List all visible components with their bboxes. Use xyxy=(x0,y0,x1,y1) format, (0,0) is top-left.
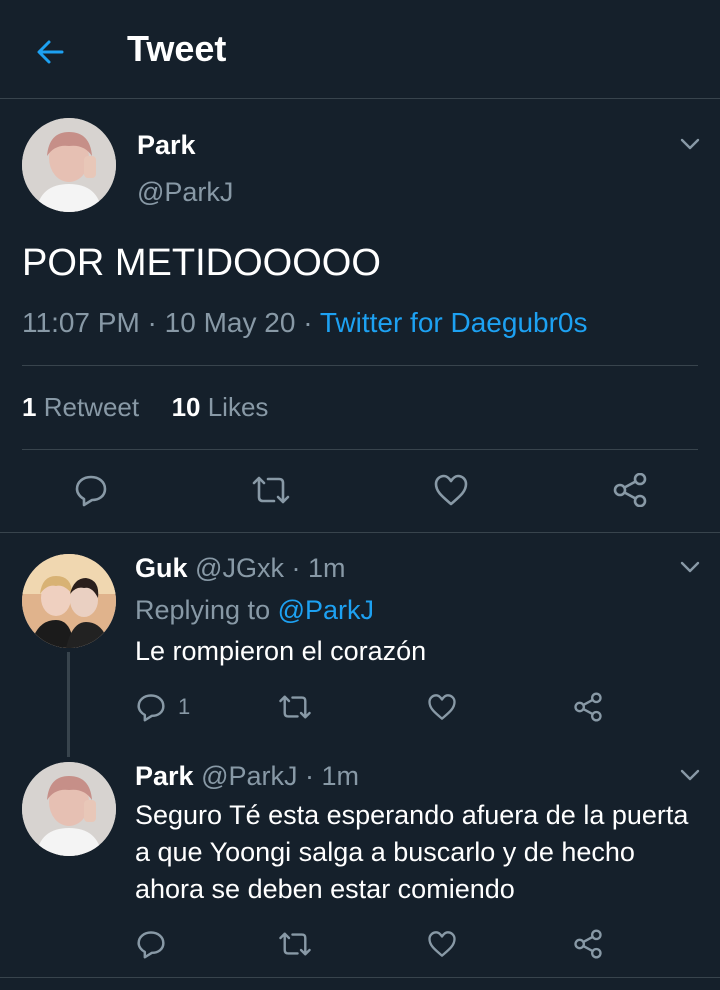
reply-author-name[interactable]: Guk xyxy=(135,553,188,583)
like-button[interactable] xyxy=(433,473,469,507)
meta-separator: · xyxy=(139,307,165,338)
replying-to-link[interactable]: @ParkJ xyxy=(278,595,374,625)
retweet-button[interactable] xyxy=(250,473,292,507)
retweet-button[interactable] xyxy=(277,692,313,722)
chevron-down-icon[interactable] xyxy=(678,132,702,156)
replying-to: Replying to @ParkJ xyxy=(135,595,374,626)
like-icon xyxy=(428,931,456,957)
reply-header: Guk @JGxk · 1m xyxy=(135,553,345,584)
tweet-stats: 1 Retweet 10 Likes xyxy=(22,392,268,423)
replying-to-label: Replying to xyxy=(135,595,271,625)
page-title: Tweet xyxy=(127,28,227,69)
share-button[interactable] xyxy=(573,929,603,959)
header-divider xyxy=(0,98,720,99)
avatar[interactable] xyxy=(22,762,116,856)
reply-button[interactable]: 1 xyxy=(136,692,190,722)
likes-label: Likes xyxy=(207,392,269,422)
reply-button[interactable] xyxy=(74,473,108,507)
author-handle[interactable]: @ParkJ xyxy=(137,177,233,208)
thread-line xyxy=(67,652,70,757)
share-icon xyxy=(574,929,602,959)
tweet-date: 10 May 20 xyxy=(164,307,296,338)
tweet-meta: 11:07 PM · 10 May 20 · Twitter for Daegu… xyxy=(22,307,587,339)
retweet-count: 1 xyxy=(22,392,37,422)
like-icon xyxy=(428,694,456,720)
reply-button[interactable] xyxy=(136,929,166,959)
meta-separator: · xyxy=(295,307,320,338)
retweet-label: Retweet xyxy=(43,392,140,422)
retweet-icon xyxy=(279,932,311,956)
like-count: 10 xyxy=(171,392,201,422)
tweet-time: 11:07 PM xyxy=(22,307,140,338)
reply-time[interactable]: 1m xyxy=(322,761,360,791)
tweet-source-link[interactable]: Twitter for Daegubr0s xyxy=(320,307,588,338)
reply-text: Le rompieron el corazón xyxy=(135,636,427,666)
retweet-icon xyxy=(279,695,311,719)
meta-separator: · xyxy=(283,553,308,583)
retweet-button[interactable] xyxy=(277,929,313,959)
reply-count: 1 xyxy=(178,694,191,719)
tweet-text: POR METIDOOOOO xyxy=(22,242,381,284)
reply-icon xyxy=(75,475,107,507)
reply-time[interactable]: 1m xyxy=(308,553,346,583)
likes-stat[interactable]: 10 Likes xyxy=(172,392,269,422)
chevron-down-icon[interactable] xyxy=(678,763,702,787)
stats-divider xyxy=(22,449,698,450)
chevron-down-icon[interactable] xyxy=(678,555,702,579)
reply-author-handle[interactable]: @JGxk xyxy=(195,553,284,583)
meta-divider xyxy=(22,365,698,366)
reply-icon xyxy=(137,694,165,722)
avatar[interactable] xyxy=(22,554,116,648)
reply-header: Park @ParkJ · 1m xyxy=(135,761,359,792)
author-name[interactable]: Park xyxy=(137,130,196,161)
reply-text: Seguro Té esta esperando afuera de la pu… xyxy=(135,800,689,904)
like-icon xyxy=(434,474,468,506)
back-arrow-icon xyxy=(37,40,64,64)
reply-author-handle[interactable]: @ParkJ xyxy=(201,761,297,791)
avatar[interactable] xyxy=(22,118,116,212)
share-icon xyxy=(574,692,602,722)
reply-author-name[interactable]: Park xyxy=(135,761,194,791)
retweets-stat[interactable]: 1 Retweet xyxy=(22,392,139,422)
reply-icon xyxy=(137,931,165,959)
like-button[interactable] xyxy=(427,692,457,722)
share-button[interactable] xyxy=(573,692,603,722)
retweet-icon xyxy=(252,476,290,504)
share-button[interactable] xyxy=(612,473,648,507)
main-tweet-divider xyxy=(0,532,720,533)
meta-separator: · xyxy=(297,761,322,791)
back-button[interactable] xyxy=(30,32,70,72)
reply-divider xyxy=(0,977,720,978)
like-button[interactable] xyxy=(427,929,457,959)
share-icon xyxy=(613,473,647,507)
